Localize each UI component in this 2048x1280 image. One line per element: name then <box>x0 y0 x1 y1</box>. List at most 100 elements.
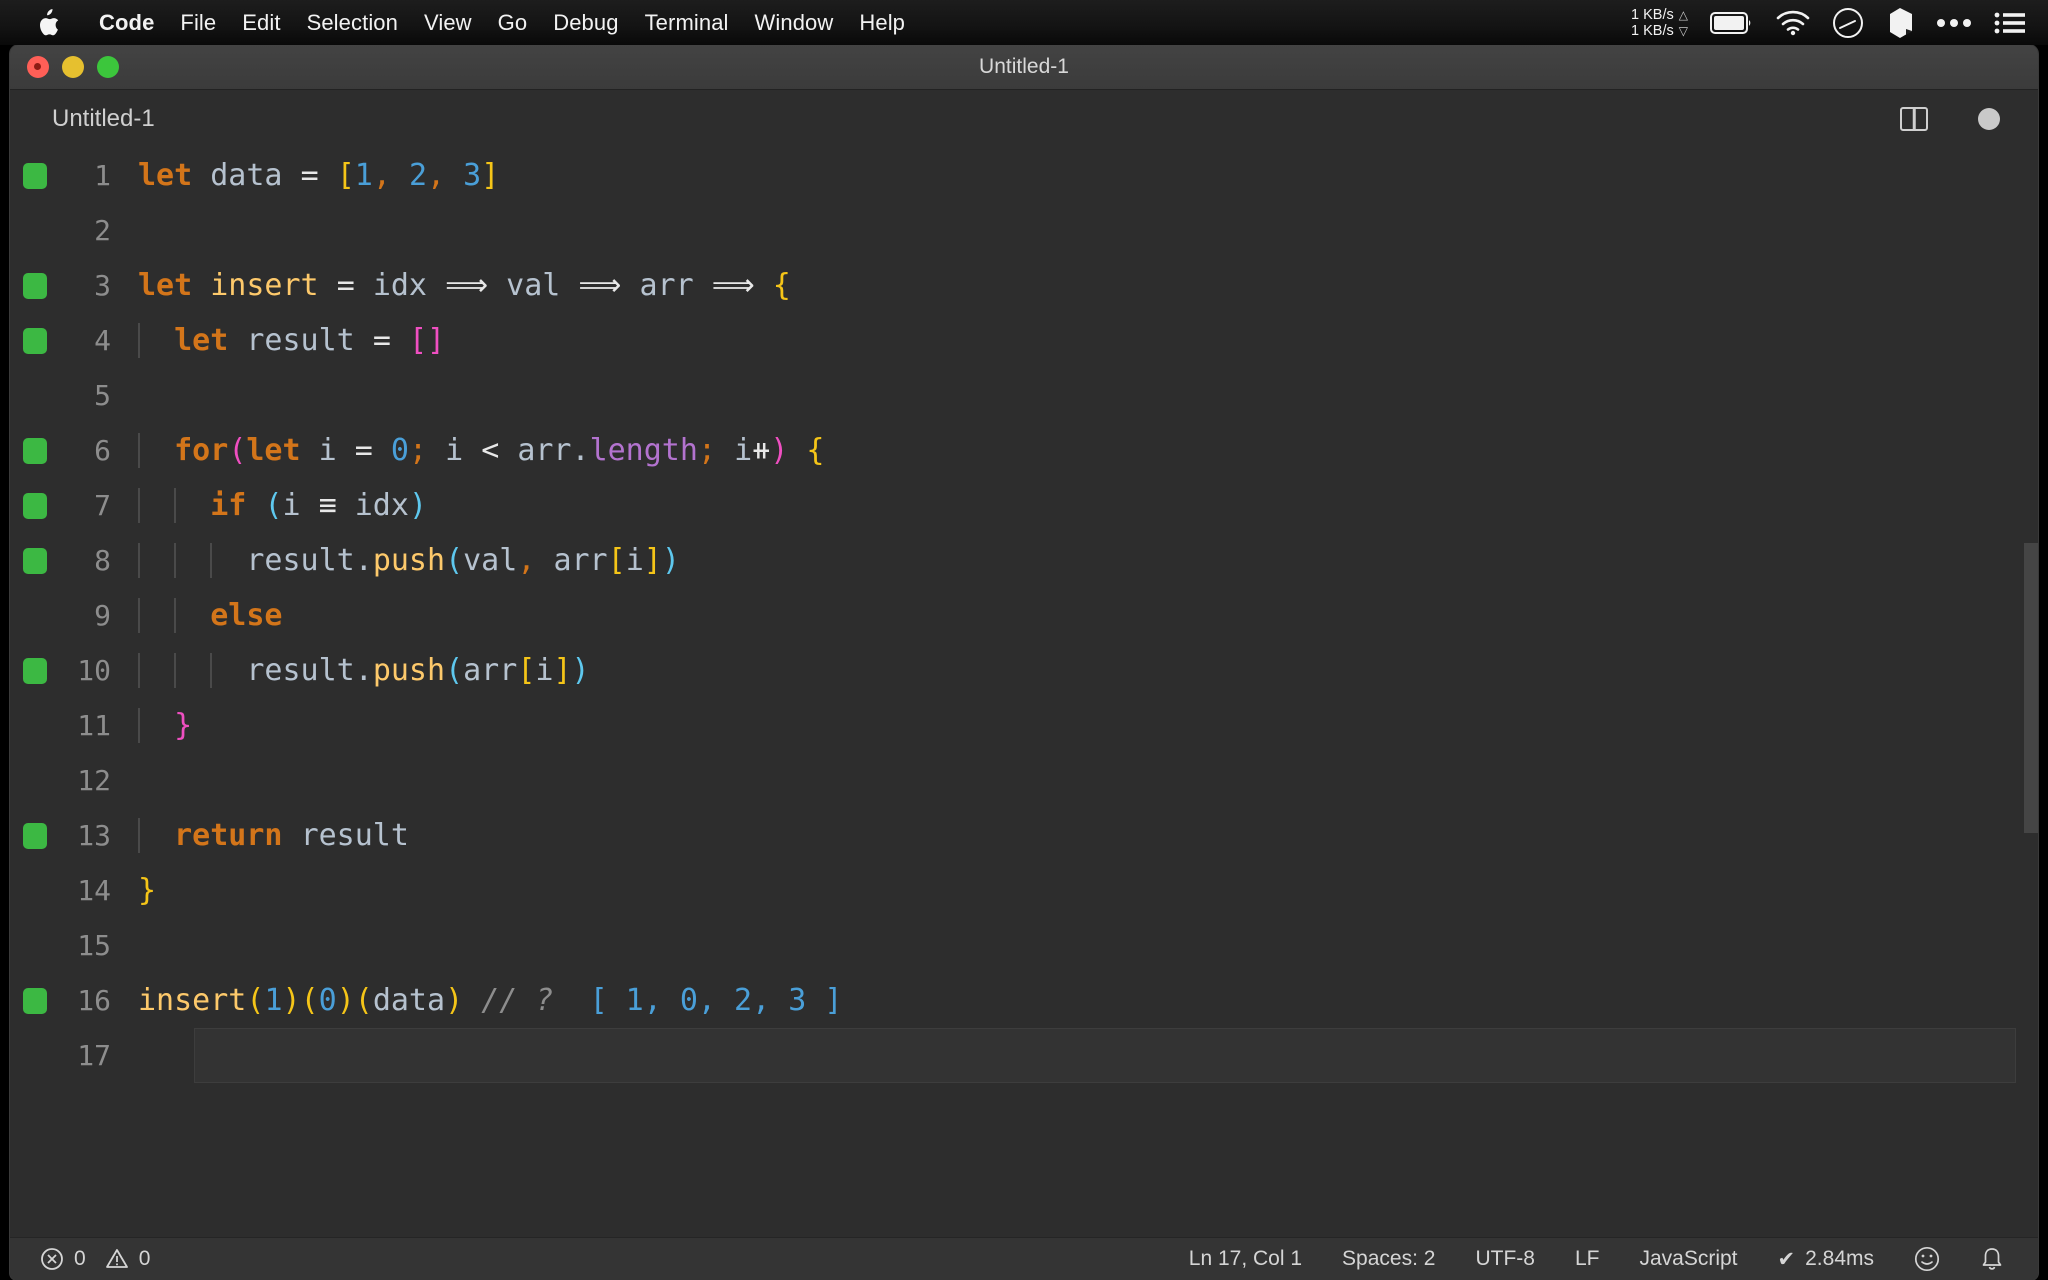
menu-item-edit[interactable]: Edit <box>229 0 293 45</box>
gutter-coverage-marker <box>23 162 47 189</box>
code-token: ) <box>661 543 680 578</box>
unsaved-dot-icon[interactable] <box>1978 108 2000 130</box>
code-token: // ? <box>481 983 554 1018</box>
code-token: ≡ <box>318 488 337 523</box>
code-token: ( <box>445 653 464 688</box>
line-number: 5 <box>94 379 111 412</box>
code-line-text: } <box>138 873 156 908</box>
menu-item-help[interactable]: Help <box>846 0 918 45</box>
code-line[interactable]: 3 let insert = idx ⟹ val ⟹ arr ⟹ { <box>10 258 2038 313</box>
apple-logo-icon[interactable] <box>36 8 60 37</box>
eol-setting[interactable]: LF <box>1575 1247 1600 1271</box>
code-token: for <box>174 433 229 468</box>
menu-item-file[interactable]: File <box>167 0 229 45</box>
menu-item-debug[interactable]: Debug <box>540 0 631 45</box>
code-token: ; <box>408 433 427 468</box>
indentation-setting[interactable]: Spaces: 2 <box>1342 1247 1435 1271</box>
wifi-icon[interactable] <box>1776 10 1810 36</box>
menu-item-window[interactable]: Window <box>742 0 847 45</box>
code-token: length <box>589 433 698 468</box>
code-token: 1 <box>264 983 283 1018</box>
list-icon[interactable] <box>1994 11 2026 35</box>
code-token: push <box>372 543 446 578</box>
code-line[interactable]: 7 if (i ≡ idx) <box>10 478 2038 533</box>
code-line[interactable]: 11 } <box>10 698 2038 753</box>
code-line[interactable]: 8 result.push(val, arr[i]) <box>10 533 2038 588</box>
code-line[interactable]: 5 <box>10 368 2038 423</box>
current-line-highlight <box>194 1028 2016 1083</box>
code-token: i <box>535 653 554 688</box>
indent-guide <box>138 323 140 358</box>
menu-item-go[interactable]: Go <box>485 0 541 45</box>
indent-guide <box>138 818 140 853</box>
code-token: i <box>625 543 644 578</box>
code-token: = <box>372 323 391 358</box>
cursor-position[interactable]: Ln 17, Col 1 <box>1189 1247 1302 1271</box>
language-mode[interactable]: JavaScript <box>1639 1247 1737 1271</box>
code-editor[interactable]: 1 let data = [1, 2, 3] 2 3 let insert = idx … <box>10 148 2038 1237</box>
menu-item-code[interactable]: Code <box>86 0 167 45</box>
tab-untitled-1[interactable]: Untitled-1 <box>10 90 177 148</box>
smiley-icon[interactable] <box>1914 1246 1940 1272</box>
ellipsis-icon[interactable] <box>1936 18 1972 28</box>
code-token: i <box>282 488 301 523</box>
network-speed-indicator[interactable]: 1 KB/s 1 KB/s △ ▽ <box>1631 7 1688 39</box>
menu-item-selection[interactable]: Selection <box>294 0 411 45</box>
code-line[interactable]: 10 result.push(arr[i]) <box>10 643 2038 698</box>
code-line[interactable]: 4 let result = [] <box>10 313 2038 368</box>
error-count: 0 <box>74 1247 86 1270</box>
code-token: arr <box>517 433 572 468</box>
code-line[interactable]: 16 insert(1)(0)(data) // ? [ 1, 0, 2, 3 ] <box>10 973 2038 1028</box>
code-line[interactable]: 12 <box>10 753 2038 808</box>
line-number: 9 <box>94 599 111 632</box>
minimize-button[interactable] <box>62 56 84 78</box>
gauge-icon[interactable] <box>1832 7 1864 39</box>
menu-item-view[interactable]: View <box>411 0 485 45</box>
code-token: else <box>210 598 283 633</box>
code-token: arr <box>553 543 608 578</box>
close-button[interactable] <box>27 56 49 78</box>
zoom-button[interactable] <box>97 56 119 78</box>
code-line-text: let insert = idx ⟹ val ⟹ arr ⟹ { <box>138 268 791 303</box>
menu-item-terminal[interactable]: Terminal <box>632 0 742 45</box>
code-line[interactable]: 13 return result <box>10 808 2038 863</box>
quokka-runtime-indicator[interactable]: ✔ 2.84ms <box>1778 1247 1874 1272</box>
code-token: 0 <box>390 433 409 468</box>
code-token: ( <box>300 983 319 1018</box>
code-token: ⟹ <box>578 268 622 303</box>
code-token: ] <box>643 543 662 578</box>
indent-guide <box>138 488 140 523</box>
encoding-setting[interactable]: UTF-8 <box>1475 1247 1535 1271</box>
code-line[interactable]: 15 <box>10 918 2038 973</box>
code-line[interactable]: 2 <box>10 203 2038 258</box>
editor-vertical-scrollbar[interactable] <box>2024 543 2038 833</box>
bell-icon[interactable] <box>1980 1246 2004 1272</box>
code-token: [ <box>336 158 355 193</box>
gutter-coverage-marker <box>23 272 47 299</box>
code-line[interactable]: 1 let data = [1, 2, 3] <box>10 148 2038 203</box>
battery-icon[interactable] <box>1710 11 1754 35</box>
code-token: data <box>372 983 446 1018</box>
problems-indicator[interactable]: 0 0 <box>40 1247 150 1271</box>
code-token: , <box>517 543 536 578</box>
code-line[interactable]: 6 for(let i = 0; i < arr.length; i⧺) { <box>10 423 2038 478</box>
code-line[interactable]: 14} <box>10 863 2038 918</box>
dropbox-icon[interactable] <box>1886 7 1914 39</box>
gutter-coverage-marker <box>23 657 47 684</box>
code-line-text: let data = [1, 2, 3] <box>138 158 499 193</box>
indent-guide <box>174 653 177 688</box>
code-line[interactable]: 9 else <box>10 588 2038 643</box>
code-lines-container: 1 let data = [1, 2, 3] 2 3 let insert = idx … <box>10 148 2038 1083</box>
code-token: { <box>772 268 791 303</box>
split-editor-icon[interactable] <box>1900 107 1928 131</box>
code-line-text: for(let i = 0; i < arr.length; i⧺) { <box>138 433 824 468</box>
